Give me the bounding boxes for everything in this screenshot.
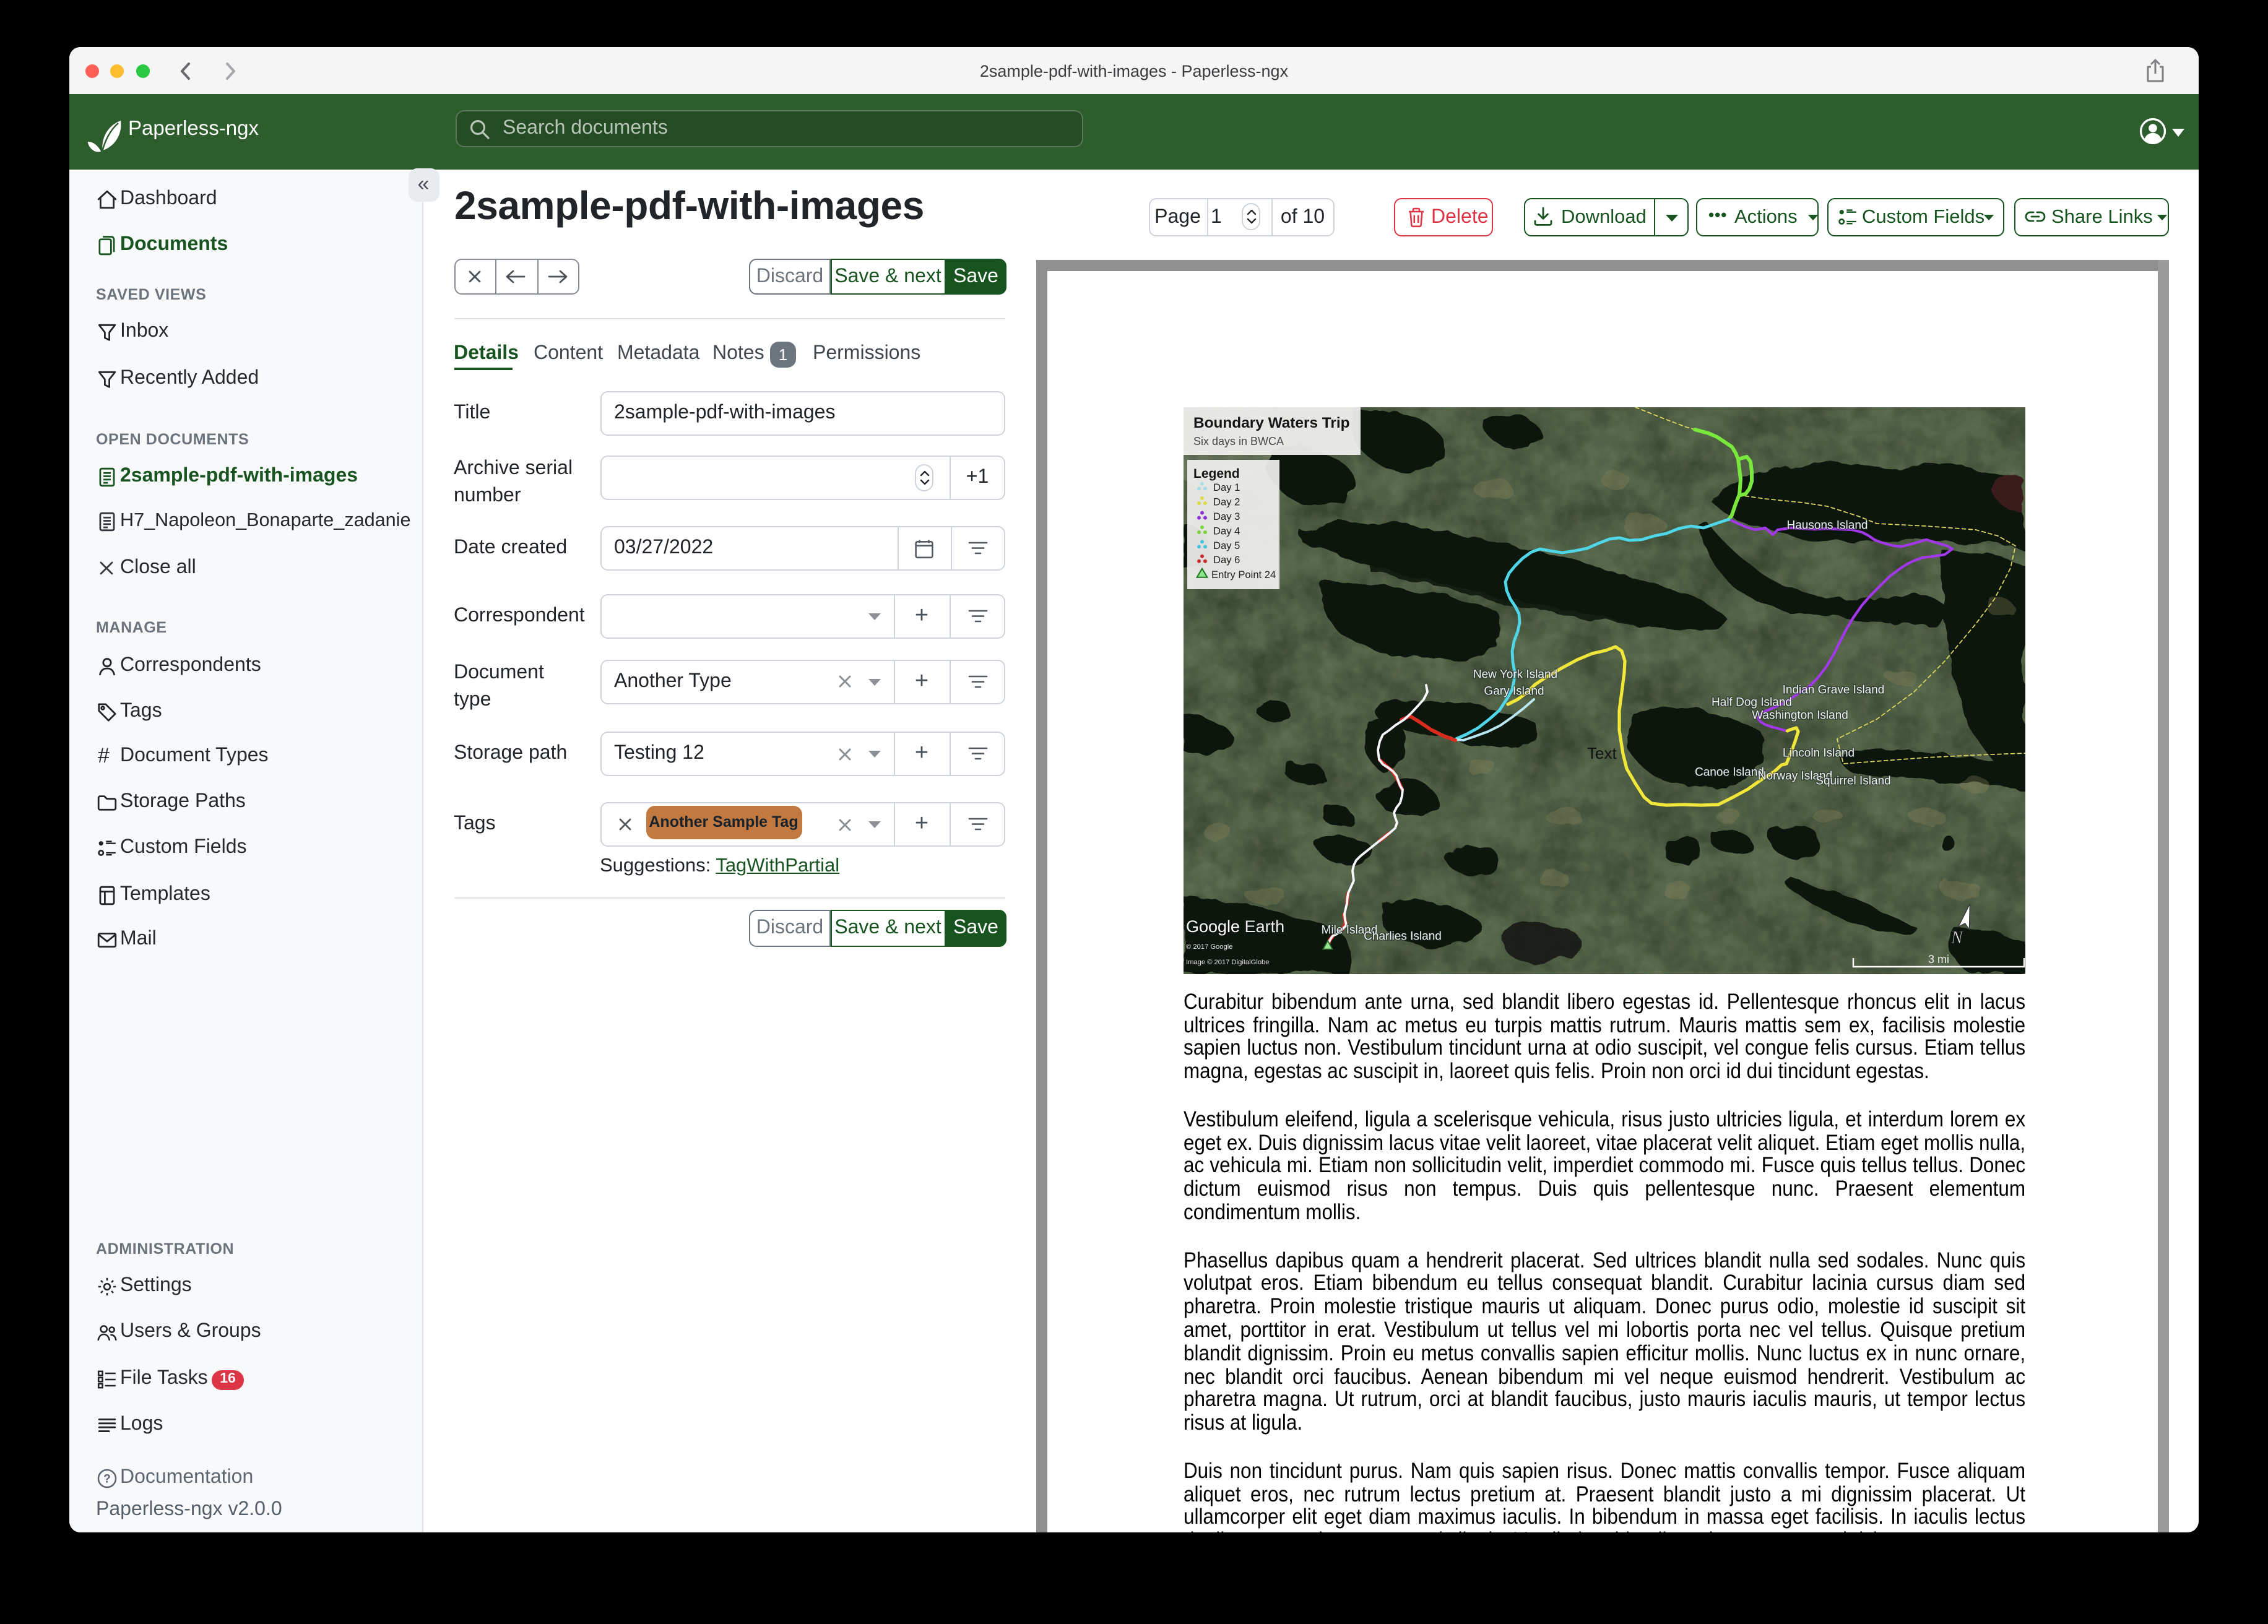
svg-text:New York Island: New York Island xyxy=(1473,668,1557,681)
svg-text:Half Dog Island: Half Dog Island xyxy=(1711,696,1791,709)
svg-text:Washington Island: Washington Island xyxy=(1751,709,1848,722)
svg-text:Indian Grave Island: Indian Grave Island xyxy=(1782,683,1884,696)
svg-text:Day 4: Day 4 xyxy=(1213,525,1239,537)
svg-text:Day 2: Day 2 xyxy=(1213,496,1239,508)
svg-text:?: ? xyxy=(103,1472,110,1485)
svg-text:Day 5: Day 5 xyxy=(1213,540,1239,551)
svg-text:© 2017 Google: © 2017 Google xyxy=(1185,943,1232,951)
svg-text:Canoe Island: Canoe Island xyxy=(1694,766,1764,779)
svg-text:Day 6: Day 6 xyxy=(1213,554,1239,566)
svg-text:Lincoln Island: Lincoln Island xyxy=(1782,746,1854,759)
svg-text:Day 1: Day 1 xyxy=(1213,482,1239,493)
svg-text:Boundary Waters Trip: Boundary Waters Trip xyxy=(1193,415,1349,431)
svg-text:Day 3: Day 3 xyxy=(1213,511,1239,522)
svg-text:Legend: Legend xyxy=(1193,467,1239,481)
svg-text:Charlies Island: Charlies Island xyxy=(1363,930,1441,943)
svg-text:Entry Point 24: Entry Point 24 xyxy=(1211,569,1275,581)
svg-text:Google Earth: Google Earth xyxy=(1185,917,1284,936)
svg-text:Hausons Island: Hausons Island xyxy=(1786,519,1868,532)
svg-text:3 mi: 3 mi xyxy=(1928,953,1949,965)
svg-text:Image © 2017 DigitalGlobe: Image © 2017 DigitalGlobe xyxy=(1185,959,1269,966)
svg-text:N: N xyxy=(1950,928,1963,948)
svg-text:Squirrel Island: Squirrel Island xyxy=(1815,774,1890,787)
svg-text:Six days in BWCA: Six days in BWCA xyxy=(1193,435,1283,447)
svg-text:Text: Text xyxy=(1586,744,1616,762)
svg-text:Gary Island: Gary Island xyxy=(1483,685,1543,698)
